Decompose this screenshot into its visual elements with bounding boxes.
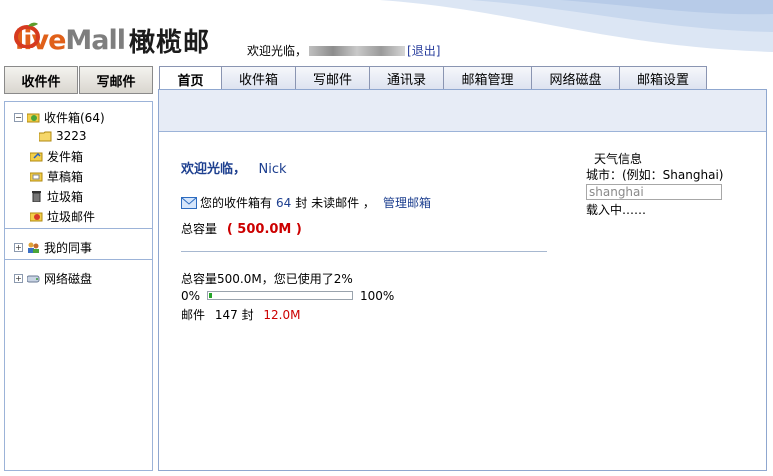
tab-compose[interactable]: 写邮件 [295,66,369,89]
tab-mailbox-management[interactable]: 邮箱管理 [443,66,531,89]
usage-text: 总容量500.0M，您已使用了2% [181,272,353,286]
storage-progress-fill [209,293,212,298]
greeting: 欢迎光临， Nick [181,158,287,177]
manage-mailbox-link[interactable]: 管理邮箱 [383,194,431,211]
inbox-summary: 您的收件箱有 64 封 未读邮件 ， 管理邮箱 [181,194,431,211]
tab-home[interactable]: 首页 [159,66,221,91]
mail-count: 147 封 [214,308,254,322]
inbox-summary-suffix: 封 未读邮件 ， [295,196,375,210]
sidebar-item-inbox-subfolder[interactable]: 3223 [39,129,87,143]
sidebar-item-label: 3223 [56,129,87,143]
folder-icon [39,131,52,141]
logo-chinese-name: 橄榄邮 [129,27,211,58]
envelope-icon [181,196,197,209]
sidebar-item-inbox[interactable]: − 收件箱(64) [14,109,105,126]
inbox-summary-prefix: 您的收件箱有 [200,196,273,210]
sidebar-divider [5,228,152,229]
olive-logo-icon [14,22,40,48]
sidebar-item-label: 垃圾邮件 [47,210,96,224]
sent-folder-icon [30,152,43,162]
header-welcome-text: 欢迎光临， [247,44,308,58]
sidebar-item-colleagues[interactable]: + 我的同事 [14,239,92,256]
olivemail-logo: liveMall 橄榄邮 [14,22,210,58]
sidebar-item-label: 我的同事 [44,241,93,255]
weather-city-input[interactable] [586,184,722,200]
header: liveMall 橄榄邮 欢迎光临， [退出] [0,0,773,64]
inbox-folder-icon [27,113,40,123]
toolbar-strip [159,90,766,132]
sidebar-item-netdisk[interactable]: + 网络磁盘 [14,270,92,287]
logout-link[interactable]: [退出] [407,42,440,59]
drafts-folder-icon [30,172,43,182]
tab-netdisk[interactable]: 网络磁盘 [531,66,619,89]
disk-drive-icon [27,275,40,283]
unread-count: 64 [276,195,292,210]
mail-label: 邮件 [181,308,206,322]
expand-toggle-icon[interactable]: + [14,274,23,283]
folder-sidebar: − 收件箱(64) 3223 发件箱 草稿箱 垃圾箱 垃圾邮件 + 我的同事 +… [4,101,153,471]
storage-progress-bar [207,291,353,300]
sidebar-item-sent[interactable]: 发件箱 [30,148,83,165]
colleagues-icon [28,242,39,253]
expand-toggle-icon[interactable]: + [14,243,23,252]
progress-min-label: 0% [181,289,201,303]
spam-folder-icon [30,212,43,222]
sidebar-item-label: 网络磁盘 [44,272,93,286]
capacity-line: 总容量 ( 500.0M ) [181,220,302,237]
sidebar-item-label: 草稿箱 [47,170,84,184]
greeting-text: 欢迎光临， [181,162,247,177]
section-divider [181,251,547,252]
main-tab-bar: 首页 收件箱 写邮件 通讯录 邮箱管理 网络磁盘 邮箱设置 [159,66,707,91]
weather-title: 天气信息 [594,152,643,166]
sidebar-item-trash[interactable]: 垃圾箱 [30,188,83,205]
tab-inbox[interactable]: 收件箱 [221,66,295,89]
progress-max-label: 100% [360,289,395,303]
tab-contacts[interactable]: 通讯录 [369,66,443,89]
username: Nick [258,162,287,177]
mail-size: 12.0M [263,308,301,322]
header-welcome: 欢迎光临， [退出] [247,42,440,59]
receive-mail-button[interactable]: 收件件 [4,66,78,94]
blurred-username [309,45,406,56]
tab-mail-settings[interactable]: 邮箱设置 [619,66,707,89]
capacity-label: 总容量 [181,222,218,236]
sidebar-divider [5,259,152,260]
weather-loading: 载入中…… [586,203,647,217]
trash-bin-icon [32,191,41,202]
sidebar-item-spam[interactable]: 垃圾邮件 [30,208,95,225]
mail-stats: 邮件 147 封 12.0M [181,306,300,323]
main-content-panel: 欢迎光临， Nick 您的收件箱有 64 封 未读邮件 ， 管理邮箱 总容量 (… [158,89,767,471]
collapse-toggle-icon[interactable]: − [14,113,23,122]
sidebar-item-label: 垃圾箱 [47,190,84,204]
sidebar-item-label: 发件箱 [47,150,84,164]
capacity-value: ( 500.0M ) [226,222,302,237]
sidebar-item-label: 收件箱(64) [44,111,105,125]
compose-mail-button[interactable]: 写邮件 [79,66,153,94]
weather-city-hint: 城市：(例如：Shanghai) [586,168,724,182]
sidebar-item-drafts[interactable]: 草稿箱 [30,168,83,185]
